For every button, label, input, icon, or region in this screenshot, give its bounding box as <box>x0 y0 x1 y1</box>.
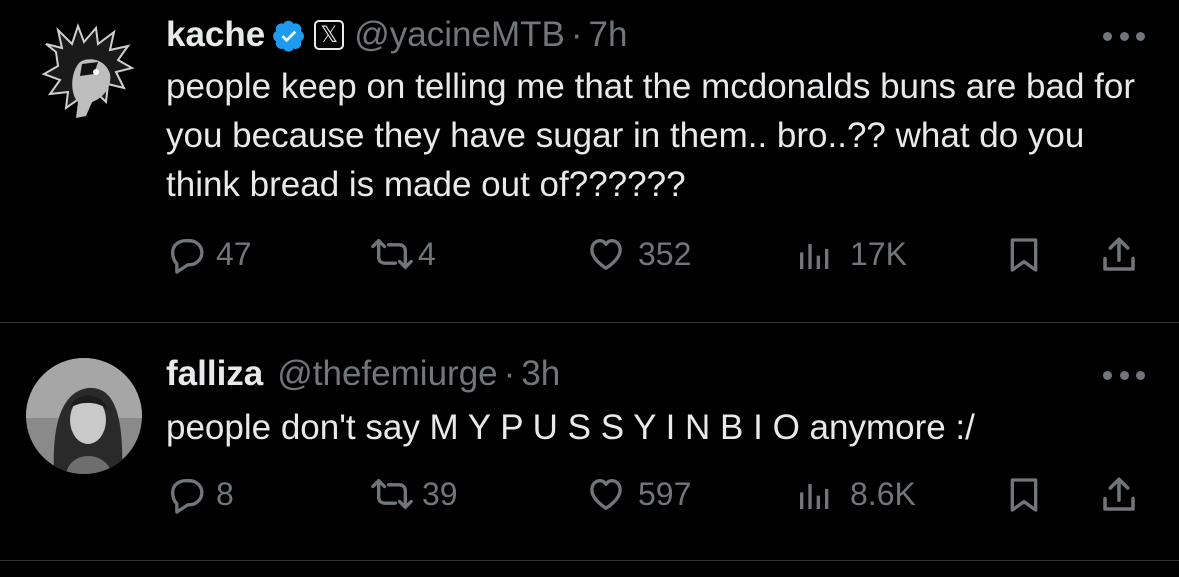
handle[interactable]: @thefemiurge <box>277 354 497 394</box>
repost-count: 39 <box>422 475 458 512</box>
tweet-header: falliza @thefemiurge · 3h <box>166 351 560 397</box>
views-count: 17K <box>850 235 907 272</box>
tweet-text: people keep on telling me that the mcdon… <box>166 67 1135 204</box>
views-button[interactable]: 8.6K <box>794 474 916 514</box>
reply-icon <box>171 479 204 514</box>
tweet-text: people don't say M Y P U S S Y I N B I O… <box>166 408 975 447</box>
share-button[interactable] <box>1098 234 1140 276</box>
repost-icon <box>371 479 413 509</box>
reply-count: 8 <box>216 475 234 512</box>
separator: · <box>503 354 516 393</box>
tweet-divider <box>0 560 1179 561</box>
views-count: 8.6K <box>850 475 916 512</box>
affiliate-badge[interactable]: 𝕏 <box>314 20 345 50</box>
like-count: 597 <box>638 475 692 512</box>
like-button[interactable]: 352 <box>584 234 691 274</box>
author-name[interactable]: falliza <box>166 354 263 394</box>
reply-button[interactable]: 8 <box>166 474 234 514</box>
separator: · <box>570 15 583 54</box>
repost-button[interactable]: 39 <box>370 474 458 514</box>
handle[interactable]: @yacineMTB <box>354 15 565 55</box>
verified-icon[interactable] <box>273 19 306 52</box>
share-button[interactable] <box>1098 474 1140 516</box>
tweet-header: kache 𝕏 @yacineMTB · 7h <box>166 12 627 58</box>
action-bar: 8 39 597 8.6K <box>166 474 1151 524</box>
repost-button[interactable]: 4 <box>370 234 436 274</box>
timestamp[interactable]: 3h <box>521 354 560 394</box>
share-icon <box>1103 477 1135 511</box>
reply-icon <box>171 239 204 274</box>
like-icon <box>590 479 622 510</box>
tweet[interactable]: kache 𝕏 @yacineMTB · 7h people keep on t… <box>0 0 1179 322</box>
views-icon <box>800 484 829 509</box>
repost-count: 4 <box>418 235 436 272</box>
reply-count: 47 <box>216 235 252 272</box>
like-count: 352 <box>638 235 692 272</box>
avatar[interactable] <box>36 22 140 126</box>
timestamp[interactable]: 7h <box>589 15 628 55</box>
tweet[interactable]: falliza @thefemiurge · 3h people don't s… <box>0 323 1179 559</box>
views-button[interactable]: 17K <box>794 234 907 274</box>
more-icon[interactable] <box>1103 369 1145 381</box>
views-icon <box>800 244 829 269</box>
bookmark-button[interactable] <box>1004 234 1044 276</box>
bookmark-icon <box>1010 238 1038 272</box>
action-bar: 47 4 352 17K <box>166 234 1151 284</box>
bookmark-button[interactable] <box>1004 474 1044 516</box>
repost-icon <box>371 239 413 269</box>
more-icon[interactable] <box>1103 30 1145 42</box>
reply-button[interactable]: 47 <box>166 234 252 274</box>
bookmark-icon <box>1010 478 1038 512</box>
author-name[interactable]: kache <box>166 15 265 55</box>
share-icon <box>1103 237 1135 271</box>
like-button[interactable]: 597 <box>584 474 691 514</box>
avatar[interactable] <box>26 358 142 474</box>
like-icon <box>590 239 622 270</box>
